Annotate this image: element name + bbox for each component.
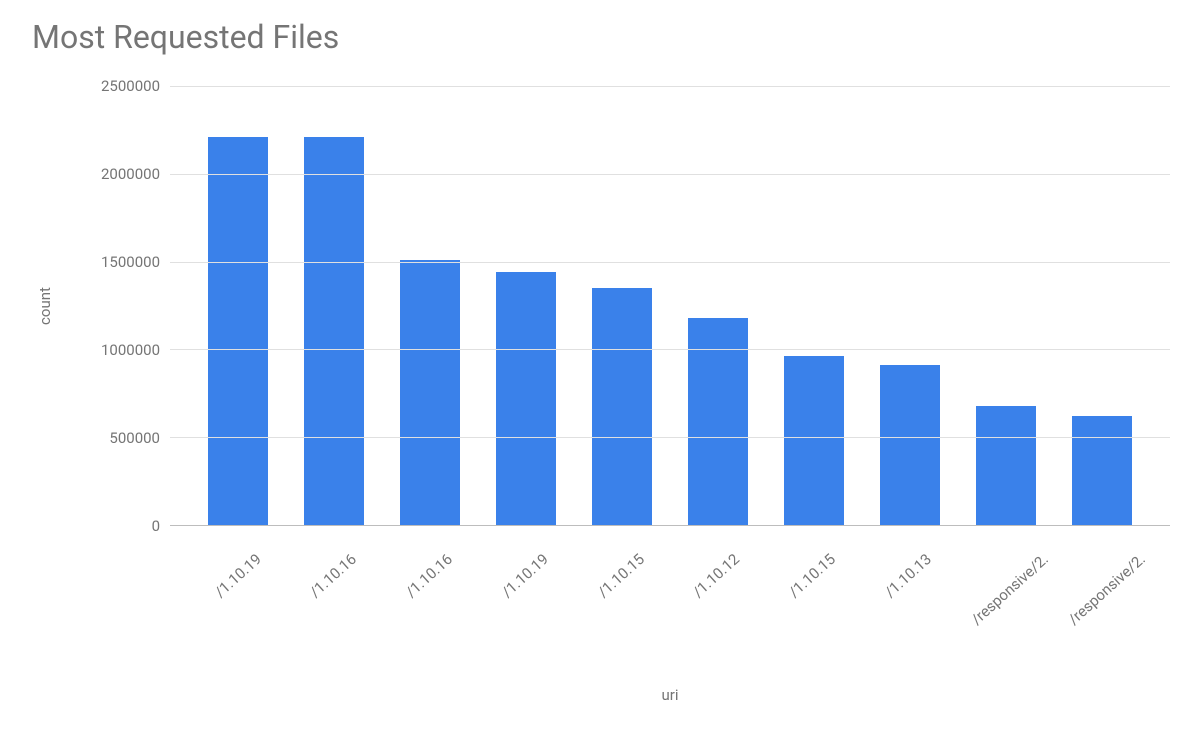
y-tick-label: 1000000: [101, 341, 160, 359]
bar: [304, 137, 364, 525]
gridline: [170, 262, 1170, 263]
bar: [592, 288, 652, 525]
bar-slot: [286, 86, 382, 525]
bar-slot: [958, 86, 1054, 525]
bar: [976, 406, 1036, 525]
y-tick-label: 500000: [109, 429, 160, 447]
y-axis-ticks: 05000001000000150000020000002500000: [30, 86, 170, 526]
bar-slot: [1054, 86, 1150, 525]
bar: [400, 260, 460, 525]
gridline: [170, 349, 1170, 350]
bar: [208, 137, 268, 525]
bar-slot: [862, 86, 958, 525]
bars-container: [170, 86, 1170, 525]
chart-title: Most Requested Files: [32, 18, 1170, 56]
bar: [1072, 416, 1132, 525]
x-axis-label: uri: [170, 686, 1170, 704]
y-tick-label: 2000000: [101, 165, 160, 183]
bar-chart: Most Requested Files count 0500000100000…: [0, 0, 1200, 742]
y-tick-label: 0: [152, 517, 160, 535]
y-tick-label: 2500000: [101, 77, 160, 95]
plot-region: [170, 86, 1170, 526]
bar-slot: [478, 86, 574, 525]
gridline: [170, 437, 1170, 438]
bar: [784, 356, 844, 525]
bar-slot: [670, 86, 766, 525]
bar-slot: [766, 86, 862, 525]
bar: [880, 365, 940, 525]
bar-slot: [190, 86, 286, 525]
x-axis-ticks: /1.10.19/1.10.16/1.10.16/1.10.19/1.10.15…: [170, 526, 1170, 676]
bar: [496, 272, 556, 525]
x-tick: /1.10.19: [190, 526, 286, 676]
plot-area: count 0500000100000015000002000000250000…: [30, 86, 1170, 526]
y-tick-label: 1500000: [101, 253, 160, 271]
gridline: [170, 174, 1170, 175]
bar-slot: [382, 86, 478, 525]
gridline: [170, 86, 1170, 87]
bar-slot: [574, 86, 670, 525]
